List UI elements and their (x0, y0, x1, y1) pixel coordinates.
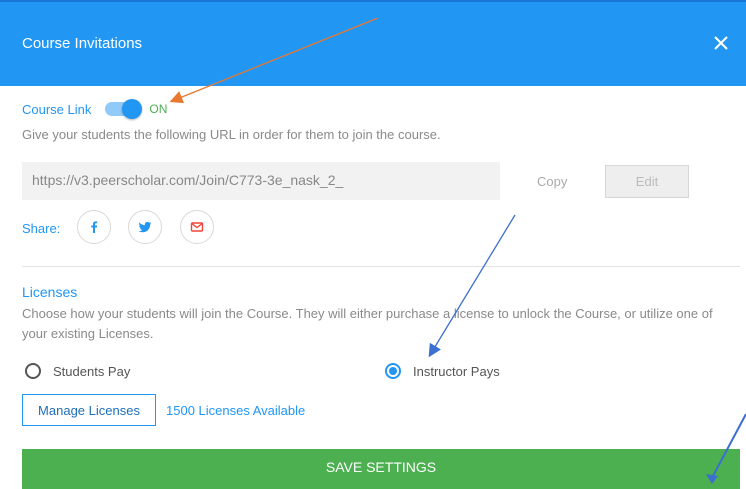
email-icon (190, 222, 204, 232)
licenses-description-line1: Choose how your students will join the C… (22, 306, 713, 321)
share-label: Share: (22, 221, 61, 236)
share-twitter-button[interactable] (128, 210, 162, 244)
course-link-description: Give your students the following URL in … (22, 127, 441, 142)
dialog-title: Course Invitations (22, 35, 143, 52)
save-settings-button[interactable]: SAVE SETTINGS (22, 449, 740, 489)
radio-circle-selected (385, 363, 401, 379)
toggle-knob (122, 99, 143, 119)
radio-label: Instructor Pays (413, 363, 500, 379)
close-icon[interactable] (710, 32, 732, 54)
facebook-icon (91, 221, 98, 233)
dialog-header: Course Invitations (0, 0, 746, 86)
radio-label: Students Pay (53, 363, 131, 379)
manage-licenses-button[interactable]: Manage Licenses (22, 394, 156, 426)
licenses-description-line2: your existing Licenses. (22, 326, 154, 341)
licenses-title: Licenses (22, 284, 78, 300)
section-divider (22, 266, 740, 267)
share-facebook-button[interactable] (77, 210, 111, 244)
edit-button[interactable]: Edit (605, 165, 689, 198)
radio-circle (25, 363, 41, 379)
course-url-field[interactable]: https://v3.peerscholar.com/Join/C773-3e_… (22, 162, 500, 200)
course-link-toggle[interactable] (105, 99, 143, 119)
twitter-icon (138, 221, 152, 233)
course-link-row: Course Link ON (22, 99, 167, 119)
radio-students-pay[interactable]: Students Pay (25, 363, 130, 379)
annotation-arrow-blue (428, 214, 516, 358)
course-link-label: Course Link (22, 101, 92, 117)
toggle-state-label: ON (149, 102, 168, 116)
licenses-available-text: 1500 Licenses Available (166, 403, 306, 418)
copy-button[interactable]: Copy (537, 174, 567, 189)
radio-instructor-pays[interactable]: Instructor Pays (385, 363, 500, 379)
share-email-button[interactable] (180, 210, 214, 244)
